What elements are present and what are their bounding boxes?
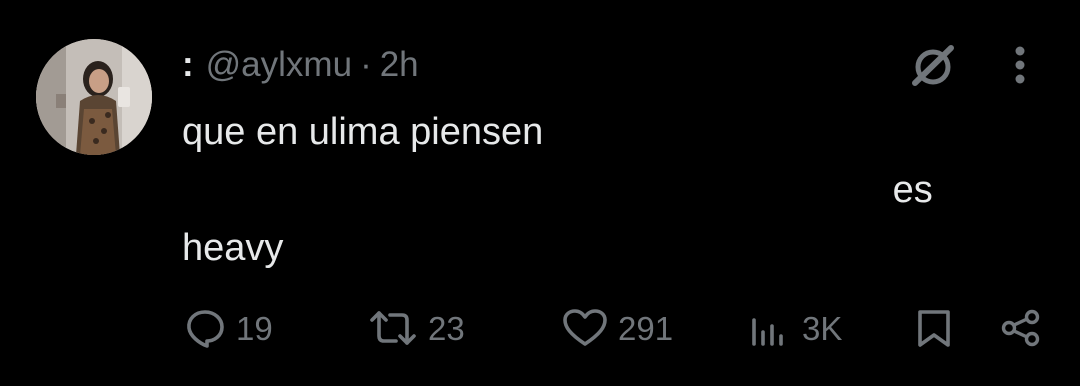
avatar[interactable] — [36, 39, 152, 155]
reply-button[interactable]: 19 — [184, 300, 273, 356]
reply-icon — [187, 310, 224, 348]
handle[interactable]: @aylxmu — [206, 45, 352, 85]
repost-icon — [370, 311, 416, 345]
header-separator: · — [360, 45, 372, 84]
display-name[interactable]: : — [182, 45, 194, 85]
tweet-text-segment-3: heavy — [182, 227, 284, 269]
like-count: 291 — [618, 309, 674, 347]
tweet-text-line-3: heavy — [182, 219, 982, 277]
views-chart-icon — [752, 318, 783, 346]
more-vertical-icon — [1015, 46, 1025, 84]
tweet[interactable]: : @aylxmu · 2h que en ulima piensen es h… — [0, 0, 1080, 386]
tweet-header: : @aylxmu · 2h — [182, 42, 419, 88]
repost-button[interactable]: 23 — [368, 300, 465, 356]
tweet-text-segment-2: es — [892, 169, 933, 211]
redaction-mark — [569, 111, 970, 156]
repost-count: 23 — [428, 309, 465, 347]
heart-icon — [563, 309, 607, 346]
more-button[interactable] — [1000, 38, 1040, 92]
views-button[interactable]: 3K — [748, 300, 842, 356]
grok-button[interactable] — [905, 40, 961, 90]
redaction-mark — [162, 169, 882, 214]
bookmark-button[interactable] — [914, 300, 964, 356]
bookmark-icon — [918, 310, 950, 347]
timestamp[interactable]: 2h — [380, 45, 419, 85]
view-count: 3K — [802, 309, 843, 347]
share-button[interactable] — [1000, 300, 1052, 356]
tweet-text-line-1: que en ulima piensen — [182, 103, 982, 161]
share-icon — [1001, 309, 1040, 347]
grok-icon — [912, 45, 954, 86]
tweet-text-line-2: es — [162, 161, 982, 219]
like-button[interactable]: 291 — [562, 300, 673, 356]
avatar-image — [36, 39, 152, 155]
reply-count: 19 — [236, 309, 273, 347]
tweet-text-segment-1: que en ulima piensen — [182, 111, 544, 153]
action-bar: 19 23 291 3K — [0, 300, 1080, 356]
tweet-text: que en ulima piensen es heavy — [162, 103, 982, 277]
